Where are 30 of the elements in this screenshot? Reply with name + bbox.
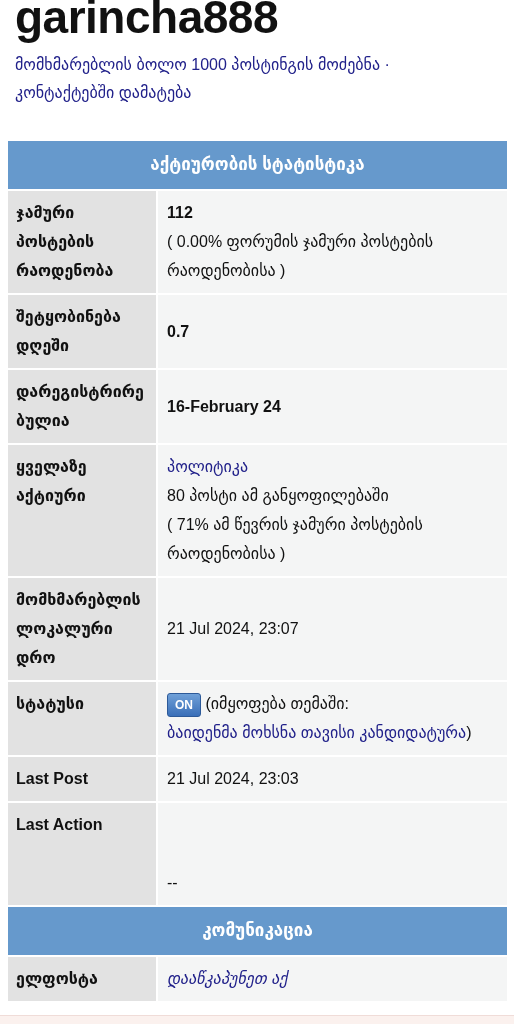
value-text: ( 0.00% ფორუმის ჯამური პოსტების რაოდენობისა ) xyxy=(167,233,434,279)
value-text: 0.7 xyxy=(167,322,190,340)
username-title: garincha888 xyxy=(15,0,279,41)
value-text: 16-February 24 xyxy=(167,397,281,415)
value-text: -- xyxy=(167,874,178,891)
value-text: ) xyxy=(466,724,472,741)
status-badge: ON xyxy=(167,693,201,717)
user-link[interactable]: კონტაქტებში დამატება xyxy=(15,84,192,101)
separator-dot: · xyxy=(384,56,390,73)
row-label: მომხმარებლის ლოკალური დრო xyxy=(8,578,156,680)
row-label: სტატუსი xyxy=(8,682,156,755)
row-label: ჯამური პოსტების რაოდენობა xyxy=(8,191,156,293)
row-label: Last Action xyxy=(8,803,156,905)
value-text: 80 პოსტი ამ განყოფილებაში xyxy=(167,487,389,504)
row-label: შეტყობინება დღეში xyxy=(8,295,156,368)
user-link[interactable]: მომხმარებლის ბოლო 1000 პოსტინგის მოძებნა xyxy=(15,56,381,73)
row-label: Last Post xyxy=(8,757,156,801)
section-header: აქტიურობის სტატისტიკა xyxy=(8,141,507,189)
value-text: 21 Jul 2024, 23:03 xyxy=(167,770,299,787)
section-header: კომუნიკაცია xyxy=(8,907,507,955)
value-text: ( 71% ამ წევრის ჯამური პოსტების რაოდენობისა ) xyxy=(167,516,423,562)
value-text: 112 xyxy=(167,204,193,221)
value-text: 21 Jul 2024, 23:07 xyxy=(167,620,299,637)
value-link[interactable]: ბაიდენმა მოხსნა თავისი კანდიდატურა xyxy=(167,724,467,741)
row-label: დარეგისტრირებულია xyxy=(8,370,156,443)
value-link[interactable]: დააწკაპუნეთ აქ xyxy=(167,970,288,987)
value-link[interactable]: პოლიტიკა xyxy=(167,458,249,475)
value-text: (იმყოფება თემაში: xyxy=(204,695,349,712)
row-label: ყველაზე აქტიური xyxy=(8,445,156,576)
row-label: ელფოსტა xyxy=(8,957,156,1001)
